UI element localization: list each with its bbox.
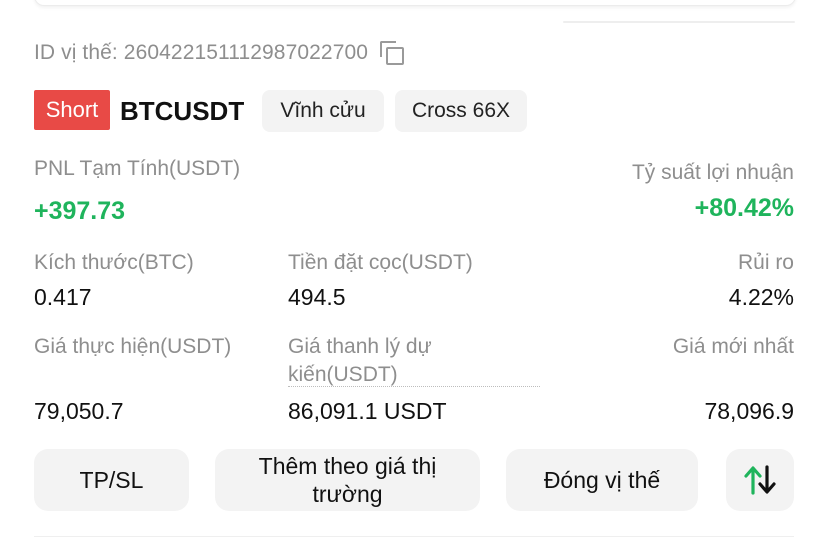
close-position-button[interactable]: Đóng vị thế: [506, 449, 698, 511]
side-badge-short: Short: [34, 90, 110, 130]
liq-price-label-line2[interactable]: kiến(USDT): [288, 362, 398, 388]
entry-price-value: 79,050.7: [34, 398, 124, 424]
risk-label: Rủi ro: [737, 251, 794, 274]
margin-mode-chip[interactable]: Cross 66X: [395, 90, 527, 132]
tpsl-button[interactable]: TP/SL: [34, 449, 189, 511]
contract-type-chip: Vĩnh cửu: [262, 90, 384, 132]
risk-value: 4.22%: [728, 284, 794, 310]
liq-price-value: 86,091.1 USDT: [288, 398, 447, 424]
pnl-value: +397.73: [34, 197, 126, 225]
margin-value: 494.5: [288, 284, 346, 310]
entry-price-label: Giá thực hiện(USDT): [34, 335, 232, 358]
add-market-label-line1: Thêm theo giá thị: [258, 453, 437, 479]
add-market-button[interactable]: Thêm theo giá thị trường: [215, 449, 480, 511]
size-value: 0.417: [34, 284, 92, 310]
copy-icon[interactable]: [380, 41, 405, 65]
divider: [34, 536, 794, 537]
symbol-label[interactable]: BTCUSDT: [120, 93, 244, 129]
liq-price-label-line1[interactable]: Giá thanh lý dự: [288, 334, 432, 360]
margin-label: Tiền đặt cọc(USDT): [288, 251, 473, 274]
position-id-text: ID vị thế: 2604221511129870227​00: [34, 41, 369, 64]
reverse-position-button[interactable]: [726, 449, 794, 511]
divider: [563, 21, 795, 23]
liq-label-underline: [288, 386, 540, 387]
mark-price-value: 78,096.9: [704, 398, 794, 424]
roi-label: Tỷ suất lợi nhuận: [631, 161, 794, 184]
size-label: Kích thước(BTC): [34, 251, 194, 274]
swap-vertical-icon: [743, 464, 777, 496]
roi-value: +80.42%: [694, 194, 794, 222]
mark-price-label: Giá mới nhất: [672, 335, 794, 358]
pnl-label[interactable]: PNL Tạm Tính(USDT): [34, 156, 240, 182]
add-market-label-line2: trường: [312, 481, 383, 507]
position-id-row: ID vị thế: 2604221511129870227​00: [34, 38, 405, 68]
previous-card-edge: [34, 0, 796, 6]
